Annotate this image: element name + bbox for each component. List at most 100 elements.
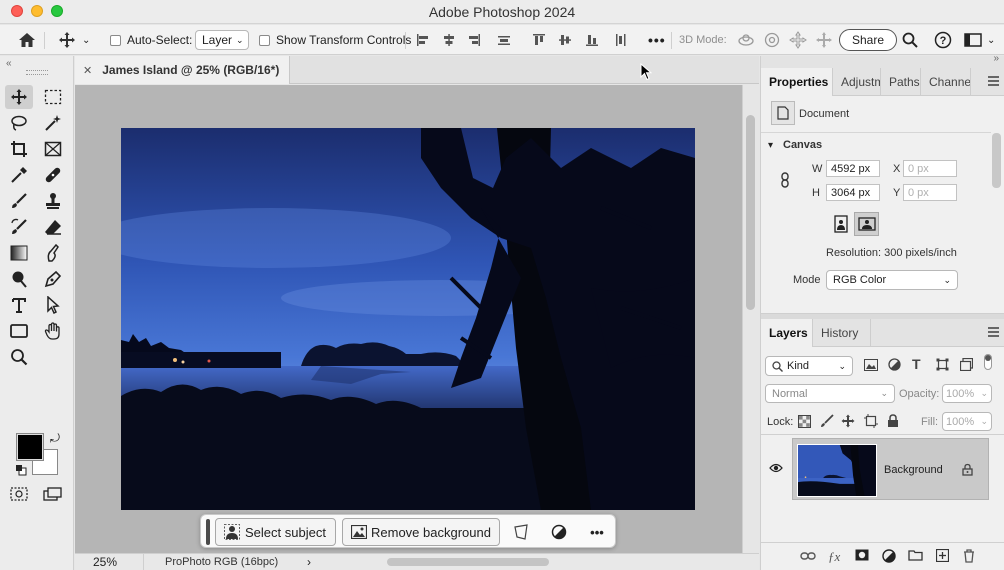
- align-vertical-centers-icon[interactable]: [558, 25, 572, 55]
- clone-stamp-tool-icon[interactable]: [39, 189, 67, 213]
- share-button[interactable]: Share: [839, 29, 898, 51]
- tab-paths[interactable]: Paths: [881, 68, 921, 96]
- magic-wand-tool-icon[interactable]: [39, 111, 67, 135]
- filter-type-icon[interactable]: T: [912, 356, 921, 372]
- quick-mask-icon[interactable]: [10, 487, 28, 504]
- filter-adjustment-icon[interactable]: [888, 358, 901, 374]
- color-mode-dropdown[interactable]: RGB Color ⌄: [826, 270, 958, 290]
- portrait-orientation-icon[interactable]: [831, 214, 851, 234]
- lock-position-icon[interactable]: [841, 414, 855, 431]
- tab-history[interactable]: History: [813, 319, 871, 347]
- hand-tool-icon[interactable]: [39, 319, 67, 343]
- align-left-edges-icon[interactable]: [416, 25, 430, 55]
- taskbar-grip[interactable]: [206, 519, 210, 545]
- lock-artboard-icon[interactable]: [864, 414, 878, 431]
- zoom-tool-icon[interactable]: [5, 345, 33, 369]
- help-icon[interactable]: ?: [934, 25, 952, 55]
- align-top-edges-icon[interactable]: [532, 25, 546, 55]
- canvas-width-field[interactable]: 4592 px: [826, 160, 880, 177]
- opacity-field[interactable]: 100% ⌄: [942, 384, 992, 403]
- canvas-height-field[interactable]: 3064 px: [826, 184, 880, 201]
- tab-channels[interactable]: Channe: [921, 68, 971, 96]
- horizontal-scrollbar-thumb[interactable]: [387, 558, 549, 566]
- workspace-icon[interactable]: ⌄: [964, 25, 995, 55]
- checkbox-box[interactable]: [259, 34, 270, 46]
- gradient-tool-icon[interactable]: [5, 241, 33, 265]
- move-tool-icon[interactable]: [5, 85, 33, 109]
- distribute-horizontal-icon[interactable]: [614, 25, 628, 55]
- layer-locked-icon[interactable]: [962, 463, 973, 479]
- canvas-y-field[interactable]: 0 px: [903, 184, 957, 201]
- move-tool-preset-icon[interactable]: ⌄: [58, 25, 90, 55]
- layer-style-icon[interactable]: ƒx: [828, 549, 840, 565]
- fill-field[interactable]: 100% ⌄: [942, 412, 992, 431]
- foreground-color-swatch[interactable]: [16, 433, 44, 461]
- panel-grip[interactable]: [26, 70, 48, 75]
- orbit-3d-icon[interactable]: [737, 25, 755, 55]
- canvas-x-field[interactable]: 0 px: [903, 160, 957, 177]
- lock-image-pixels-icon[interactable]: [820, 414, 834, 431]
- delete-layer-icon[interactable]: [963, 549, 975, 566]
- auto-select-checkbox[interactable]: Auto-Select:: [110, 25, 192, 55]
- history-brush-tool-icon[interactable]: [5, 215, 33, 239]
- roll-3d-icon[interactable]: [763, 25, 781, 55]
- layer-name[interactable]: Background: [884, 464, 943, 476]
- filter-shape-icon[interactable]: [936, 358, 949, 374]
- vertical-scrollbar[interactable]: [742, 85, 759, 553]
- select-subject-button[interactable]: Select subject: [215, 518, 336, 546]
- healing-brush-tool-icon[interactable]: [39, 163, 67, 187]
- blur-smudge-tool-icon[interactable]: [39, 241, 67, 265]
- tab-properties[interactable]: Properties: [761, 68, 833, 96]
- pen-tool-icon[interactable]: [39, 267, 67, 291]
- auto-select-dropdown[interactable]: Layer ⌄: [195, 30, 249, 50]
- filter-smart-object-icon[interactable]: [959, 357, 974, 374]
- home-icon[interactable]: [18, 25, 36, 55]
- chevron-down-icon[interactable]: ⌄: [987, 35, 995, 46]
- tab-adjustments[interactable]: Adjustm: [833, 68, 881, 96]
- align-bottom-edges-icon[interactable]: [585, 25, 599, 55]
- eyedropper-tool-icon[interactable]: [5, 163, 33, 187]
- document-image[interactable]: [121, 128, 695, 510]
- show-transform-checkbox[interactable]: Show Transform Controls: [259, 25, 411, 55]
- layer-filter-dropdown[interactable]: Kind ⌄: [765, 356, 853, 376]
- new-adjustment-layer-icon[interactable]: [882, 549, 896, 566]
- visibility-eye-icon[interactable]: [769, 462, 783, 476]
- link-layers-icon[interactable]: [800, 549, 816, 564]
- blend-mode-dropdown[interactable]: Normal ⌄: [765, 384, 895, 403]
- brush-tool-icon[interactable]: [5, 189, 33, 213]
- more-options-icon[interactable]: •••: [587, 522, 607, 542]
- status-menu-arrow-icon[interactable]: ›: [307, 555, 311, 569]
- path-selection-tool-icon[interactable]: [39, 293, 67, 317]
- document-tab[interactable]: ✕ James Island @ 25% (RGB/16*): [75, 56, 290, 84]
- slide-3d-icon[interactable]: [815, 25, 833, 55]
- adjustment-icon[interactable]: [549, 522, 569, 542]
- scrollbar-thumb[interactable]: [746, 115, 755, 310]
- screen-mode-icon[interactable]: [43, 487, 63, 504]
- chevron-down-icon[interactable]: ▾: [768, 140, 773, 151]
- landscape-orientation-icon[interactable]: [854, 212, 879, 236]
- remove-background-button[interactable]: Remove background: [342, 518, 500, 546]
- dodge-tool-icon[interactable]: [5, 267, 33, 291]
- marquee-tool-icon[interactable]: [39, 85, 67, 109]
- more-options-icon[interactable]: •••: [648, 25, 666, 55]
- distribute-vertical-icon[interactable]: [497, 25, 511, 55]
- chevron-down-icon[interactable]: ⌄: [82, 35, 90, 46]
- lock-all-icon[interactable]: [887, 414, 899, 431]
- eraser-tool-icon[interactable]: [39, 215, 67, 239]
- align-right-edges-icon[interactable]: [467, 25, 481, 55]
- crop-tool-icon[interactable]: [5, 137, 33, 161]
- swap-colors-icon[interactable]: ⤾: [50, 431, 60, 446]
- align-horizontal-centers-icon[interactable]: [442, 25, 456, 55]
- tab-layers[interactable]: Layers: [761, 319, 813, 347]
- link-dimensions-icon[interactable]: [779, 172, 791, 191]
- add-mask-icon[interactable]: [855, 549, 869, 564]
- zoom-level[interactable]: 25%: [93, 555, 117, 569]
- lock-transparent-pixels-icon[interactable]: [798, 415, 811, 431]
- close-tab-icon[interactable]: ✕: [83, 64, 92, 77]
- transform-icon[interactable]: [511, 522, 531, 542]
- collapse-panel-icon[interactable]: «: [6, 58, 12, 69]
- new-layer-icon[interactable]: [935, 548, 950, 565]
- canvas-section-header[interactable]: Canvas: [783, 139, 822, 151]
- default-colors-icon[interactable]: [15, 464, 27, 479]
- filter-pixel-icon[interactable]: [864, 359, 878, 374]
